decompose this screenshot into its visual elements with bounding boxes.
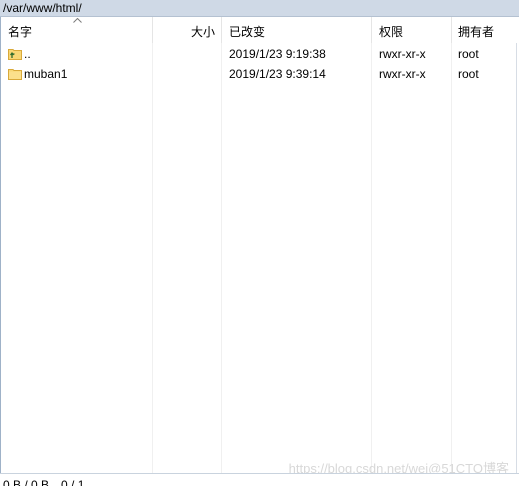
file-size [153, 44, 216, 64]
file-owner: root [458, 67, 479, 81]
column-divider [221, 43, 222, 473]
column-label-size: 大小 [190, 25, 215, 39]
file-name: muban1 [24, 67, 68, 81]
column-divider [371, 43, 372, 473]
column-divider [451, 43, 452, 473]
sort-ascending-icon [73, 18, 82, 23]
column-label-name: 名字 [8, 25, 33, 39]
folder-icon [8, 69, 22, 80]
file-modified: 2019/1/23 9:19:38 [229, 47, 326, 61]
parent-folder-icon [8, 49, 22, 60]
file-modified: 2019/1/23 9:39:14 [229, 67, 326, 81]
column-header: 名字 大小 已改变 权限 拥有者 [1, 17, 517, 43]
file-row[interactable]: muban1 2019/1/23 9:39:14 rwxr-xr-x root [1, 64, 517, 84]
file-permissions: rwxr-xr-x [379, 67, 426, 81]
column-header-permissions[interactable]: 权限 [372, 17, 452, 43]
column-label-modified: 已改变 [229, 25, 266, 39]
file-size [153, 64, 216, 84]
status-bar: 0 B / 0 B，0 / 1 [0, 473, 519, 486]
file-name: .. [24, 47, 31, 61]
path-bar[interactable]: /var/www/html/ [0, 0, 519, 17]
column-header-size[interactable]: 大小 [153, 17, 222, 43]
column-header-modified[interactable]: 已改变 [222, 17, 372, 43]
column-label-owner: 拥有者 [458, 25, 495, 39]
file-row-parent[interactable]: .. 2019/1/23 9:19:38 rwxr-xr-x root [1, 44, 517, 64]
status-text: 0 B / 0 B，0 / 1 [3, 478, 85, 486]
file-list[interactable]: 名字 大小 已改变 权限 拥有者 .. 2019/1/23 9:19:38 rw… [0, 17, 517, 473]
column-label-permissions: 权限 [379, 25, 404, 39]
column-header-name[interactable]: 名字 [1, 17, 153, 43]
current-path: /var/www/html/ [3, 1, 82, 15]
file-owner: root [458, 47, 479, 61]
file-panel: /var/www/html/ 名字 大小 已改变 权限 拥有者 .. 2019/… [0, 0, 519, 486]
file-permissions: rwxr-xr-x [379, 47, 426, 61]
column-divider [152, 43, 153, 473]
column-header-owner[interactable]: 拥有者 [452, 17, 517, 43]
